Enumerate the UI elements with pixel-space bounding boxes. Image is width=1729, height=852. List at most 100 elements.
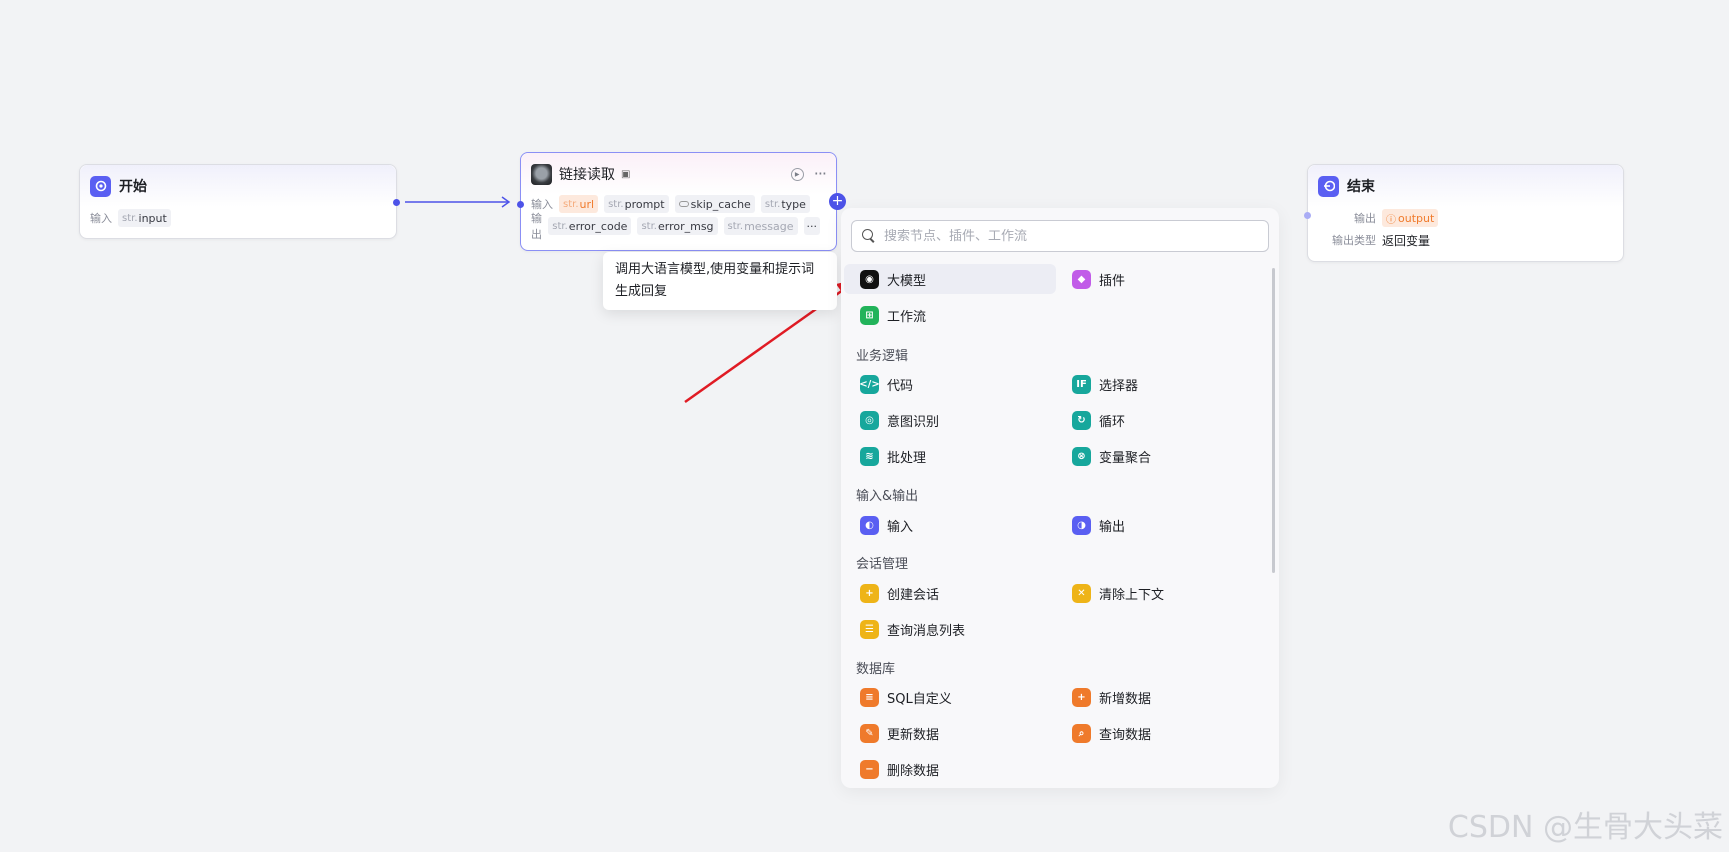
query-messages-icon: ☰ bbox=[860, 619, 879, 639]
node-item-label: 输入 bbox=[887, 519, 914, 535]
section-title-business-logic: 业务逻辑 bbox=[856, 349, 909, 364]
node-item-label: 意图识别 bbox=[887, 414, 940, 430]
output-type-label: 输出类型 bbox=[1332, 234, 1376, 247]
code-icon: </> bbox=[859, 374, 880, 394]
output-tag-error-code: str. error_code bbox=[548, 217, 632, 235]
node-item-label: 输出 bbox=[1099, 519, 1126, 535]
link-node-avatar bbox=[531, 163, 552, 185]
toggle-icon bbox=[678, 201, 689, 207]
node-item-loop[interactable]: ↻ 循环 bbox=[1056, 405, 1268, 435]
section-title-database: 数据库 bbox=[856, 662, 896, 677]
node-item-input[interactable]: ◐ 输入 bbox=[844, 510, 1056, 540]
add-node-button[interactable]: + bbox=[829, 193, 846, 210]
batch-icon: ≋ bbox=[860, 446, 879, 466]
create-conversation-icon: + bbox=[860, 583, 879, 603]
search-icon bbox=[862, 229, 876, 243]
plugin-icon: ◆ bbox=[1072, 269, 1091, 289]
start-icon bbox=[90, 175, 111, 197]
aggregate-icon: ⊗ bbox=[1072, 446, 1091, 466]
input-variable-tag: str. input bbox=[118, 209, 171, 227]
node-item-label: 查询数据 bbox=[1099, 727, 1152, 743]
end-node-header: 结束 bbox=[1308, 165, 1623, 207]
plugin-badge-icon: ▣ bbox=[621, 168, 631, 180]
end-node-output-row: 输出 ⓘ output bbox=[1308, 207, 1623, 229]
output-icon: ◑ bbox=[1072, 515, 1091, 535]
node-item-query-data[interactable]: ⌕ 查询数据 bbox=[1056, 718, 1268, 748]
input-tag-type: str. type bbox=[760, 195, 810, 213]
node-item-clear-context[interactable]: ✕ 清除上下文 bbox=[1056, 578, 1268, 608]
panel-scrollbar[interactable] bbox=[1272, 268, 1275, 573]
end-input-port[interactable] bbox=[1304, 212, 1311, 219]
input-tag-url: str. url bbox=[559, 195, 599, 213]
node-item-update-data[interactable]: ✎ 更新数据 bbox=[844, 718, 1056, 748]
start-node-input-row: 输入 str. input bbox=[80, 207, 396, 229]
link-node-inputs-row: 输入 str. url str. prompt skip_cache str. typ… bbox=[521, 193, 836, 215]
node-item-workflow[interactable]: ⊞ 工作流 bbox=[844, 300, 1056, 330]
search-input[interactable] bbox=[884, 228, 1244, 244]
add-data-icon: + bbox=[1072, 687, 1091, 707]
end-node-type-row: 输出类型 返回变量 bbox=[1308, 229, 1623, 251]
link-node-title: 链接读取 bbox=[559, 167, 615, 183]
end-output-label: 输出 bbox=[1354, 212, 1376, 225]
start-node[interactable]: 开始 输入 str. input bbox=[79, 164, 400, 239]
node-item-plugin[interactable]: ◆ 插件 bbox=[1056, 264, 1268, 294]
test-run-icon[interactable]: ▶ bbox=[790, 167, 804, 181]
node-item-label: 代码 bbox=[887, 378, 914, 394]
clear-context-icon: ✕ bbox=[1072, 583, 1091, 603]
node-item-add-data[interactable]: + 新增数据 bbox=[1056, 682, 1268, 712]
sql-icon: ≡ bbox=[860, 687, 879, 707]
loop-icon: ↻ bbox=[1072, 410, 1091, 430]
end-icon bbox=[1318, 175, 1339, 197]
link-node-outputs-row: 输出 str. error_code str. error_msg str. mess… bbox=[521, 212, 836, 241]
node-item-label: 选择器 bbox=[1099, 378, 1139, 394]
node-item-output[interactable]: ◑ 输出 bbox=[1056, 510, 1268, 540]
node-item-intent[interactable]: ◎ 意图识别 bbox=[844, 405, 1056, 435]
node-item-label: 新增数据 bbox=[1099, 691, 1152, 707]
node-item-create-conversation[interactable]: + 创建会话 bbox=[844, 578, 1056, 608]
search-box[interactable] bbox=[851, 220, 1269, 252]
node-item-label: 循环 bbox=[1099, 414, 1126, 430]
node-item-llm[interactable]: ◉ 大模型 bbox=[844, 264, 1056, 294]
input-tag-prompt: str. prompt bbox=[604, 195, 669, 213]
node-item-sql[interactable]: ≡ SQL自定义 bbox=[844, 682, 1056, 712]
start-output-port[interactable] bbox=[393, 199, 400, 206]
section-title-conversation: 会话管理 bbox=[856, 557, 909, 572]
node-item-label: 工作流 bbox=[887, 309, 927, 325]
workflow-canvas[interactable]: 开始 输入 str. input 链接读取 ▣ ▶ ··· 输入 str. url … bbox=[0, 0, 1729, 852]
output-variable-tag: ⓘ output bbox=[1382, 209, 1439, 227]
node-item-selector[interactable]: IF 选择器 bbox=[1056, 369, 1268, 399]
node-description-tooltip: 调用大语言模型,使用变量和提示词生成回复 bbox=[603, 252, 837, 310]
more-outputs-button[interactable]: ··· bbox=[803, 217, 820, 235]
node-item-label: 查询消息列表 bbox=[887, 623, 966, 639]
if-icon: IF bbox=[1072, 374, 1091, 394]
output-tag-error-msg: str. error_msg bbox=[637, 217, 718, 235]
node-item-aggregate[interactable]: ⊗ 变量聚合 bbox=[1056, 441, 1268, 471]
section-title-io: 输入&输出 bbox=[856, 489, 919, 504]
node-item-label: 批处理 bbox=[887, 450, 927, 466]
query-data-icon: ⌕ bbox=[1072, 723, 1091, 743]
update-data-icon: ✎ bbox=[860, 723, 879, 743]
llm-icon: ◉ bbox=[860, 269, 879, 289]
end-node[interactable]: 结束 输出 ⓘ output 输出类型 返回变量 bbox=[1304, 164, 1624, 262]
delete-data-icon: − bbox=[860, 759, 879, 779]
intent-icon: ◎ bbox=[860, 410, 879, 430]
node-item-label: 大模型 bbox=[887, 273, 927, 289]
start-node-header: 开始 bbox=[80, 165, 396, 207]
outputs-label: 输出 bbox=[531, 212, 542, 241]
more-options-icon[interactable]: ··· bbox=[814, 166, 827, 182]
workflow-icon: ⊞ bbox=[860, 305, 879, 325]
node-item-label: SQL自定义 bbox=[887, 691, 952, 707]
node-item-label: 变量聚合 bbox=[1099, 450, 1152, 466]
start-node-title: 开始 bbox=[119, 179, 147, 195]
node-item-label: 删除数据 bbox=[887, 763, 940, 779]
link-input-port[interactable] bbox=[517, 201, 524, 208]
input-label: 输入 bbox=[90, 212, 112, 225]
node-item-label: 创建会话 bbox=[887, 587, 940, 603]
node-item-code[interactable]: </> 代码 bbox=[844, 369, 1056, 399]
node-item-batch[interactable]: ≋ 批处理 bbox=[844, 441, 1056, 471]
node-item-label: 清除上下文 bbox=[1099, 587, 1165, 603]
link-read-node[interactable]: 链接读取 ▣ ▶ ··· 输入 str. url str. prompt skip_… bbox=[517, 152, 846, 251]
output-type-value: 返回变量 bbox=[1382, 233, 1431, 248]
node-item-query-messages[interactable]: ☰ 查询消息列表 bbox=[844, 614, 1056, 644]
node-item-delete-data[interactable]: − 删除数据 bbox=[844, 754, 1056, 784]
